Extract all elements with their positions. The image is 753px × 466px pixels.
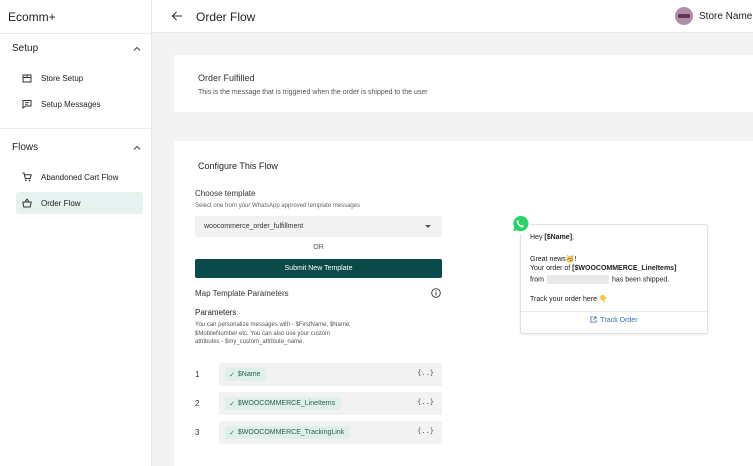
- external-link-icon: [590, 316, 597, 323]
- sidebar-section-flows[interactable]: Flows: [12, 142, 142, 153]
- parameter-value: $WOOCOMMERCE_LineItems: [237, 400, 336, 407]
- basket-icon: [22, 198, 32, 208]
- whatsapp-icon: [509, 213, 531, 235]
- event-card: Order Fulfilled This is the message that…: [174, 55, 753, 112]
- preview-news: Great news🥳!: [530, 256, 577, 263]
- parameter-number: 2: [195, 399, 200, 408]
- variable-braces-icon[interactable]: {..}: [417, 398, 434, 406]
- sidebar-item-store-setup[interactable]: Store Setup: [16, 67, 143, 89]
- chevron-up-icon: [133, 145, 141, 150]
- section-title: Setup: [12, 43, 39, 54]
- preview-order-line: Your order of [$WOOCOMMERCE_LineItems]: [530, 265, 677, 272]
- parameters-description: You can personalize messages with - $Fir…: [195, 322, 351, 345]
- map-parameters-title: Map Template Parameters: [195, 289, 289, 298]
- brand-logo: Ecomm+: [8, 10, 56, 24]
- divider: [0, 128, 152, 129]
- back-arrow-icon[interactable]: [171, 10, 183, 22]
- variable-braces-icon[interactable]: {..}: [417, 369, 434, 377]
- event-title: Order Fulfilled: [198, 73, 255, 83]
- parameter-chip[interactable]: ✓ $Name: [225, 368, 267, 381]
- message-icon: [22, 100, 32, 109]
- store-icon: [22, 74, 32, 83]
- preview-track-text: Track your order here 👇: [530, 296, 608, 303]
- parameter-row[interactable]: ✓ $Name {..}: [219, 363, 442, 386]
- preview-from-line: from has been shipped.: [530, 275, 670, 284]
- check-icon: ✓: [229, 400, 235, 408]
- sidebar-item-label: Order Flow: [41, 198, 81, 208]
- sidebar-item-label: Setup Messages: [41, 99, 101, 109]
- sidebar-item-setup-messages[interactable]: Setup Messages: [16, 93, 143, 115]
- top-header: Order Flow Store Name:: [152, 0, 753, 33]
- choose-template-hint: Select one from your WhatsApp approved t…: [195, 203, 361, 209]
- selected-template: woocommerce_order_fulfillment: [204, 223, 304, 230]
- parameter-row[interactable]: ✓ $WOOCOMMERCE_TrackingLink {..}: [219, 421, 442, 444]
- page-title: Order Flow: [196, 10, 256, 24]
- parameter-value: $Name: [237, 371, 261, 378]
- info-icon[interactable]: [431, 288, 441, 298]
- store-name-label[interactable]: Store Name:: [699, 11, 753, 22]
- avatar[interactable]: [675, 7, 693, 25]
- check-icon: ✓: [229, 371, 235, 379]
- parameter-number: 1: [195, 370, 200, 379]
- parameter-chip[interactable]: ✓ $WOOCOMMERCE_LineItems: [225, 397, 342, 410]
- sidebar-section-setup[interactable]: Setup: [12, 43, 142, 54]
- track-order-button[interactable]: Track Order: [521, 316, 707, 324]
- check-icon: ✓: [229, 429, 235, 437]
- submit-new-template-button[interactable]: Submit New Template: [195, 259, 442, 278]
- parameter-value: $WOOCOMMERCE_TrackingLink: [237, 429, 345, 436]
- configure-title: Configure This Flow: [198, 161, 278, 171]
- cart-icon: [22, 172, 32, 182]
- sidebar-item-order-flow[interactable]: Order Flow: [16, 192, 143, 214]
- parameter-number: 3: [195, 428, 200, 437]
- section-title: Flows: [12, 142, 39, 153]
- chevron-up-icon: [133, 46, 141, 51]
- event-description: This is the message that is triggered wh…: [198, 89, 428, 96]
- parameter-chip[interactable]: ✓ $WOOCOMMERCE_TrackingLink: [225, 426, 351, 439]
- template-select[interactable]: woocommerce_order_fulfillment: [195, 216, 442, 237]
- message-preview: Hey [$Name], Great news🥳! Your order of …: [520, 224, 708, 334]
- redacted-store-name: [547, 275, 609, 284]
- track-order-label: Track Order: [600, 317, 638, 324]
- variable-braces-icon[interactable]: {..}: [417, 427, 434, 435]
- sidebar-item-label: Abandoned Cart Flow: [41, 172, 119, 182]
- sidebar: Ecomm+ Setup Store Setup Setup Messages …: [0, 0, 152, 466]
- preview-greeting: Hey [$Name],: [530, 234, 574, 241]
- sidebar-item-label: Store Setup: [41, 73, 84, 83]
- caret-down-icon: [425, 225, 431, 228]
- or-divider: OR: [313, 244, 324, 251]
- parameter-row[interactable]: ✓ $WOOCOMMERCE_LineItems {..}: [219, 392, 442, 415]
- sidebar-item-abandoned-cart-flow[interactable]: Abandoned Cart Flow: [16, 166, 143, 188]
- choose-template-label: Choose template: [195, 189, 256, 198]
- parameters-title: Parameters: [195, 308, 237, 317]
- divider: [521, 311, 707, 312]
- divider: [0, 33, 152, 34]
